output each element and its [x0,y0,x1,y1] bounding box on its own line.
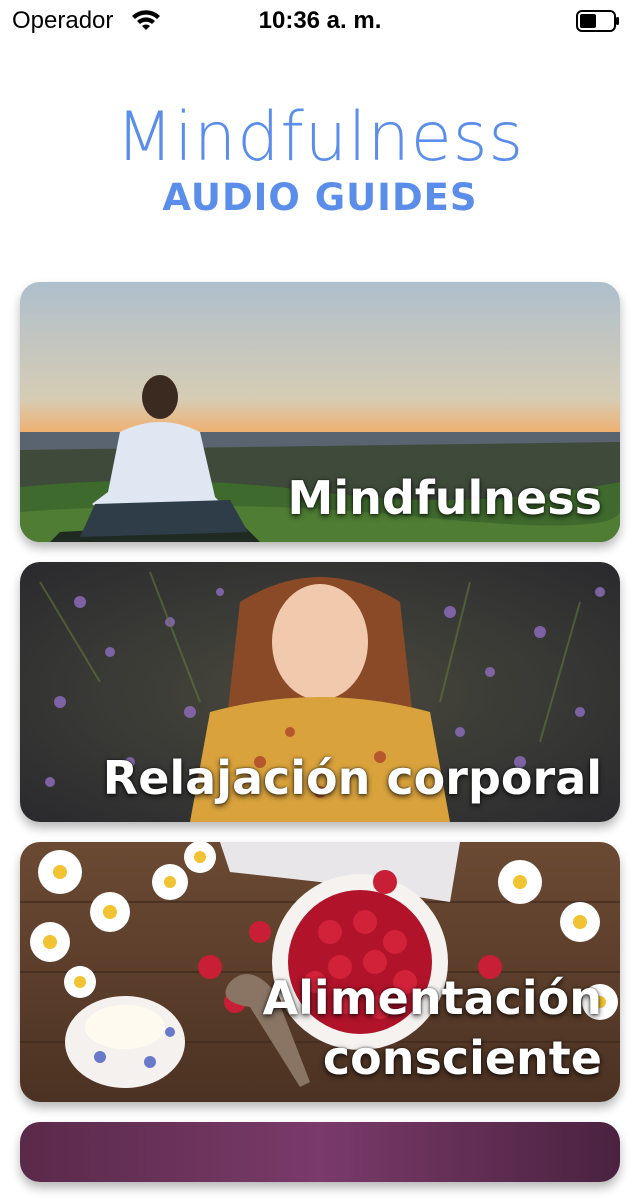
clock: 10:36 a. m. [258,7,382,34]
app-title: Mindfulness [115,98,525,177]
guide-card-partial[interactable] [20,1122,620,1182]
guide-list: Mindfulness Relajación corporal Alimenta… [20,282,620,1202]
guide-card-relajacion-corporal[interactable]: Relajación corporal [20,562,620,822]
card-title: Mindfulness [287,471,602,525]
battery-icon [576,10,619,32]
guide-card-mindfulness[interactable]: Mindfulness [20,282,620,542]
status-bar: Operador 10:36 a. m. [0,0,640,40]
guide-card-alimentacion-consciente[interactable]: Alimentación consciente [20,842,620,1102]
card-title: Alimentación consciente [262,971,602,1085]
app-subtitle: AUDIO GUIDES [162,176,478,219]
card-title: Relajación corporal [102,751,602,805]
app-header: Mindfulness AUDIO GUIDES [0,96,640,220]
